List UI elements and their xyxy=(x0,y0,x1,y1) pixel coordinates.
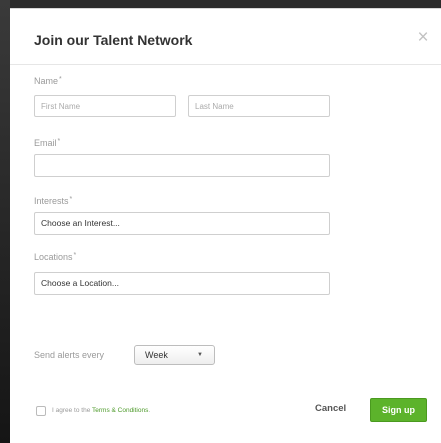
page-backdrop xyxy=(0,0,10,443)
cancel-button[interactable]: Cancel xyxy=(315,403,346,414)
locations-select[interactable]: Choose a Location... xyxy=(34,272,330,295)
required-marker: * xyxy=(69,196,73,203)
interests-label: Interests* xyxy=(34,196,72,206)
modal-footer: I agree to the Terms & Conditions. Cance… xyxy=(10,398,441,424)
agree-text: I agree to the Terms & Conditions. xyxy=(52,407,150,414)
alerts-label: Send alerts every xyxy=(34,350,105,360)
terms-link[interactable]: Terms & Conditions xyxy=(92,407,148,414)
agree-checkbox[interactable] xyxy=(36,406,46,416)
first-name-input[interactable] xyxy=(34,95,176,117)
locations-placeholder: Choose a Location... xyxy=(41,278,119,288)
chevron-down-icon: ▼ xyxy=(197,352,203,358)
close-button[interactable]: × xyxy=(413,28,433,48)
interests-label-text: Interests xyxy=(34,196,69,206)
alert-frequency-value: Week xyxy=(145,350,168,360)
email-label-text: Email xyxy=(34,138,57,148)
talent-network-modal: Join our Talent Network × Name* Email* I… xyxy=(10,8,441,443)
last-name-input[interactable] xyxy=(188,95,330,117)
interests-select[interactable]: Choose an Interest... xyxy=(34,212,330,235)
agree-prefix: I agree to the xyxy=(52,407,92,414)
email-label: Email* xyxy=(34,138,60,148)
required-marker: * xyxy=(59,76,62,83)
required-marker: * xyxy=(57,138,61,145)
agree-suffix: . xyxy=(148,407,151,414)
locations-label-text: Locations xyxy=(34,252,73,262)
modal-title: Join our Talent Network xyxy=(34,32,193,48)
alert-frequency-select[interactable]: Week ▼ xyxy=(134,345,215,365)
required-marker: * xyxy=(73,252,77,259)
locations-label: Locations* xyxy=(34,252,76,262)
name-label: Name* xyxy=(34,76,62,86)
interests-placeholder: Choose an Interest... xyxy=(41,218,120,228)
name-label-text: Name xyxy=(34,76,59,86)
signup-button[interactable]: Sign up xyxy=(370,398,427,422)
email-input[interactable] xyxy=(34,154,330,177)
close-icon: × xyxy=(417,27,429,48)
modal-header: Join our Talent Network × xyxy=(10,9,441,65)
